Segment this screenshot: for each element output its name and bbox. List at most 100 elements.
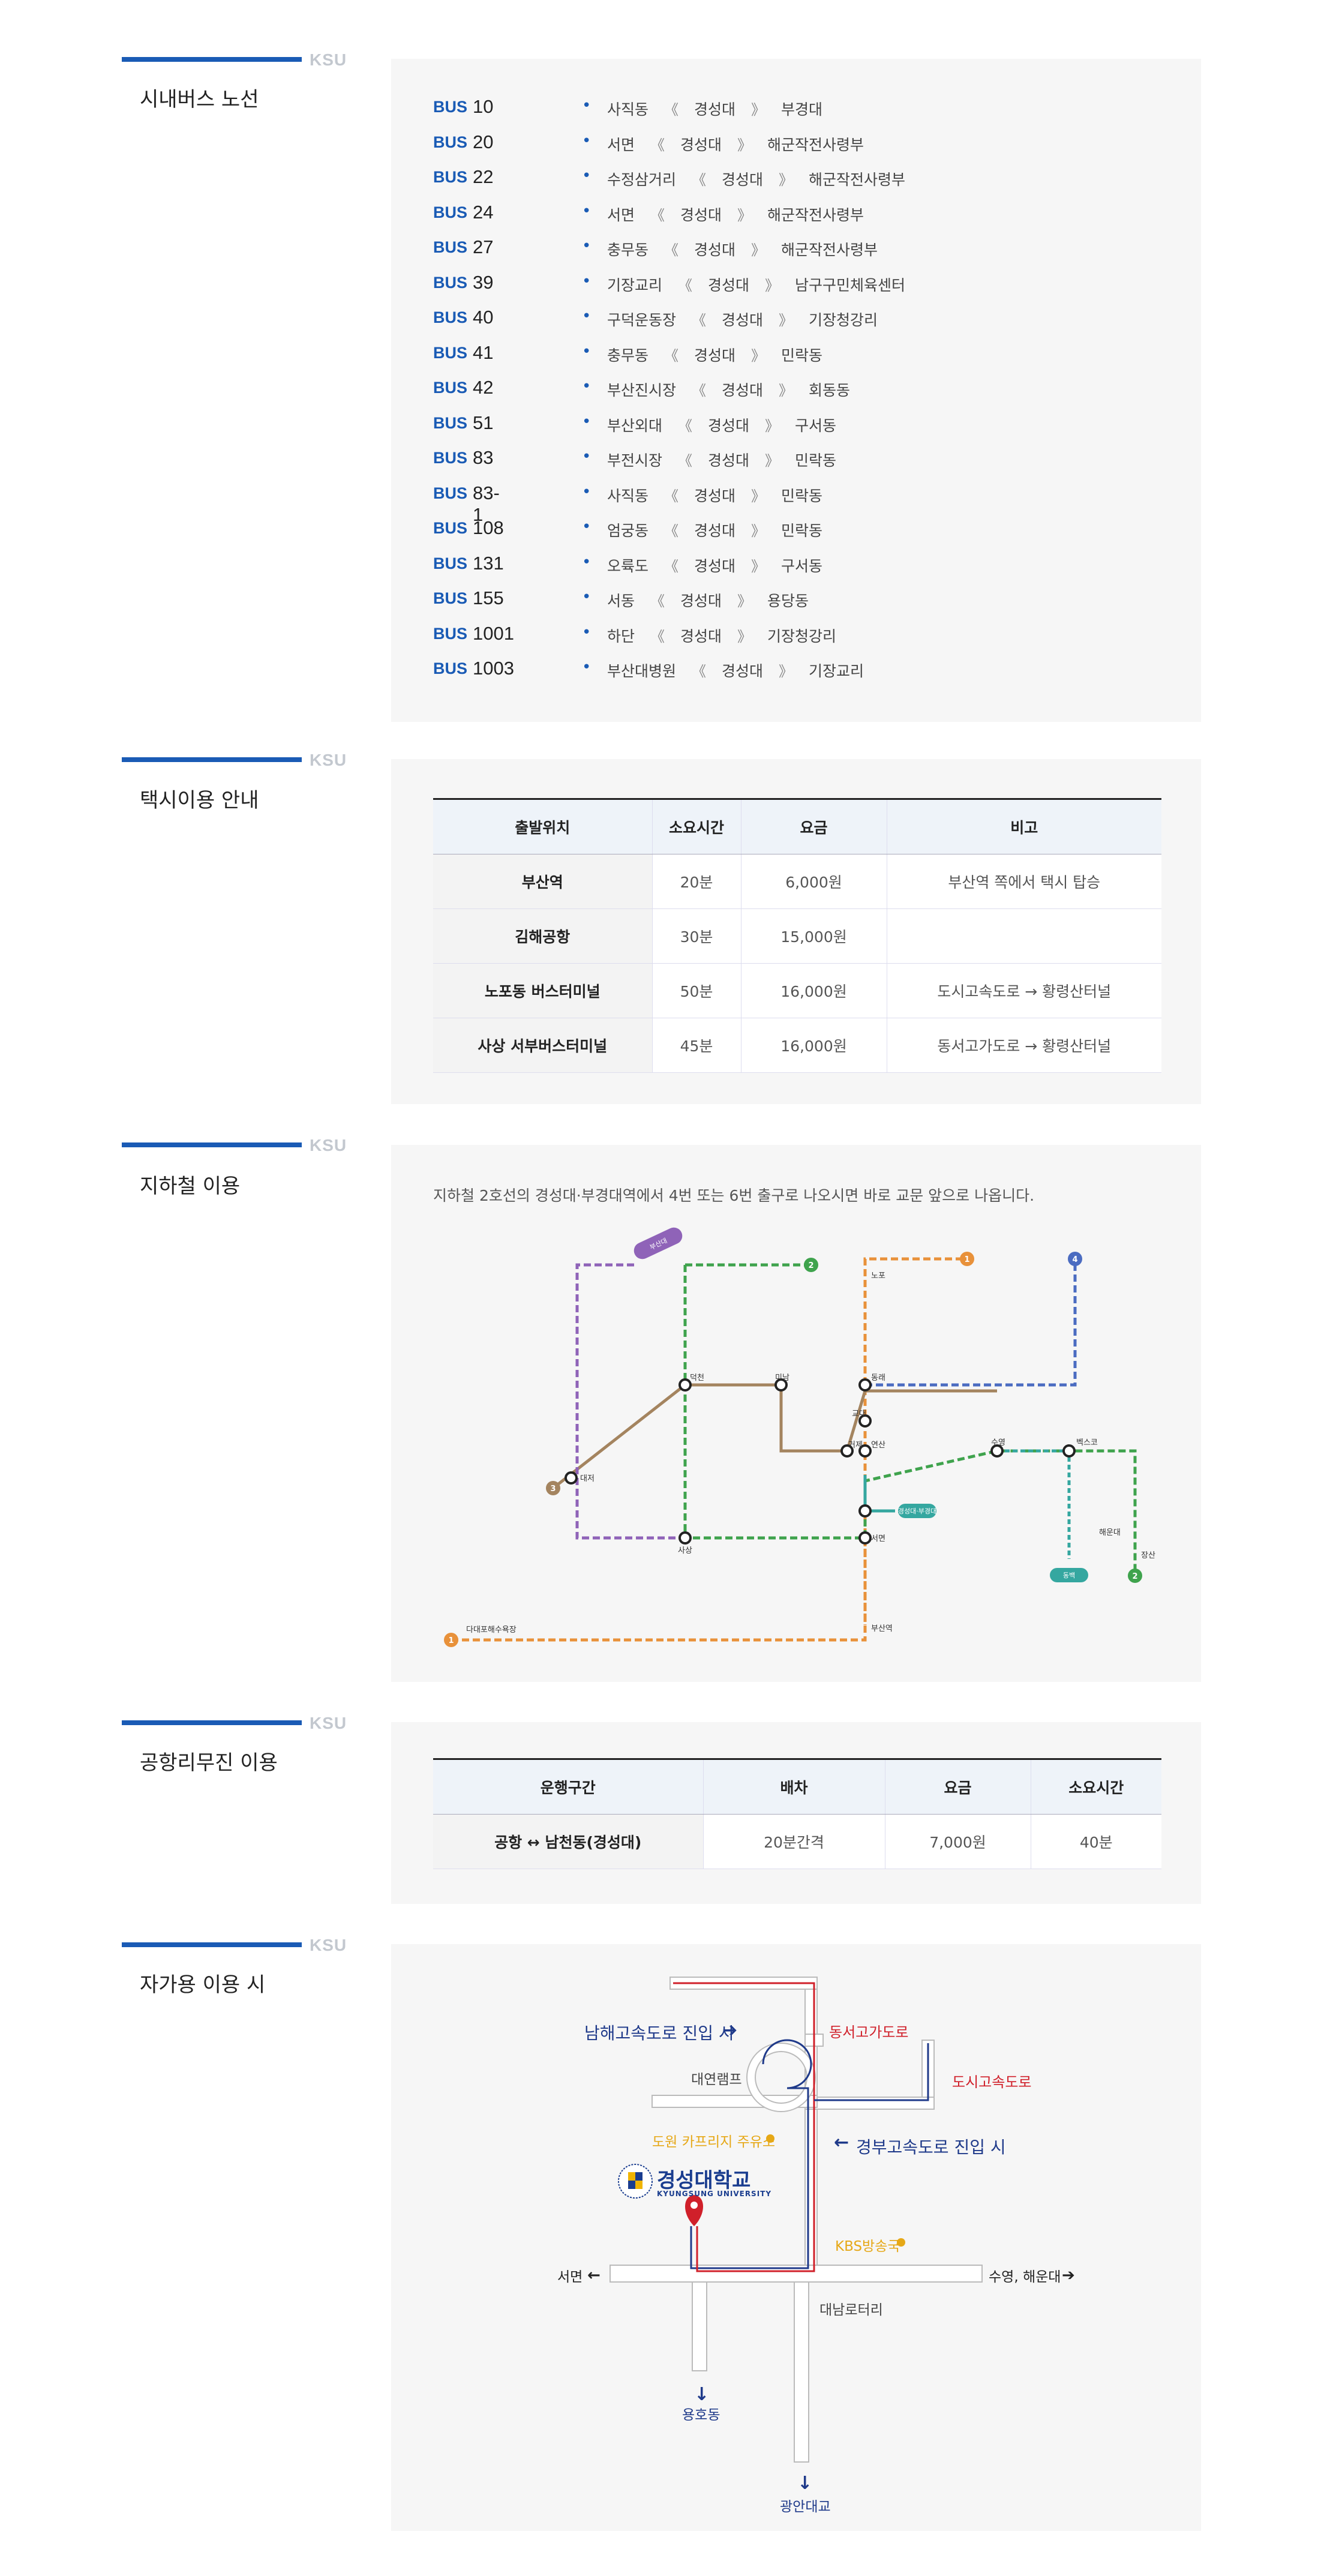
bus-route-panel: BUS 10 • 사직동 《 경성대 》 부경대 BUS 20 • 서면 《 경성대 》 해군작전사령부 BUS… <box>391 59 1201 722</box>
bus-route: 서면 《 경성대 》 해군작전사령부 <box>607 203 864 225</box>
route-via: 경성대 <box>680 206 722 224</box>
route-to: 기장교리 <box>809 662 864 680</box>
table-row: 공항 ↔ 남천동(경성대) 20분간격 7,000원 40분 <box>433 1814 1161 1869</box>
section-divider <box>122 1942 302 1947</box>
table-header-cell: 배차 <box>702 1758 885 1815</box>
double-chevron-left-icon: 《 <box>664 487 679 505</box>
section-title-taxi: 택시이용 안내 <box>140 788 259 812</box>
route-to: 해군작전사령부 <box>809 171 906 188</box>
univ-name: 경성대학교 <box>657 2169 751 2193</box>
table-row: 노포동 버스터미널 50분 16,000원 도시고속도로 → 황령산터널 <box>433 963 1161 1018</box>
route-from: 충무동 <box>607 346 649 364</box>
route-to: 용당동 <box>767 592 809 610</box>
arrow-down-icon: ↓ <box>694 2384 709 2405</box>
table-cell: 20분간격 <box>702 1814 885 1869</box>
station-dongnae <box>858 1378 872 1392</box>
bus-route: 부산대병원 《 경성대 》 기장교리 <box>607 659 864 681</box>
label-suyeong: 수영, 해운대 <box>989 2269 1061 2285</box>
label-gyeongbu: 경부고속도로 진입 시 <box>856 2137 1006 2157</box>
route-from: 부산진시장 <box>607 382 677 399</box>
bus-number: 40 <box>473 307 494 328</box>
route-from: 서동 <box>607 592 635 610</box>
route-via: 경성대 <box>722 171 764 188</box>
double-chevron-left-icon: 《 <box>692 663 707 680</box>
route-via: 경성대 <box>694 557 736 575</box>
table-cell: 45분 <box>652 1018 741 1073</box>
table-cell: 도시고속도로 → 황령산터널 <box>886 963 1161 1018</box>
table-cell: 20분 <box>652 854 741 909</box>
table-cell: 부산역 쪽에서 택시 탑승 <box>886 854 1161 909</box>
ksu-tag: KSU <box>310 50 347 69</box>
double-chevron-right-icon: 》 <box>779 312 794 329</box>
section-title-bus: 시내버스 노선 <box>140 88 259 112</box>
route-via: 경성대 <box>680 627 722 645</box>
route-via: 경성대 <box>722 311 764 329</box>
line-number-3: 3 <box>550 1485 556 1494</box>
bullet-icon: • <box>582 588 592 606</box>
double-chevron-left-icon: 《 <box>650 206 665 224</box>
table-row: 부산역 20분 6,000원 부산역 쪽에서 택시 탑승 <box>433 854 1161 909</box>
limousine-table: 운행구간 배차 요금 소요시간 공항 ↔ 남천동(경성대) 20분간격 7,000원 40분 <box>433 1758 1161 1869</box>
double-chevron-left-icon: 《 <box>650 136 665 154</box>
label-deokcheon: 덕천 <box>690 1374 704 1383</box>
table-cell: 7,000원 <box>884 1814 1031 1869</box>
route-via: 경성대 <box>722 382 764 399</box>
route-red-dosi <box>814 2043 929 2101</box>
bullet-icon: • <box>582 553 592 571</box>
route-from: 오륙도 <box>607 557 649 575</box>
location-pin-icon <box>685 2195 703 2226</box>
bullet-icon: • <box>582 307 592 325</box>
table-row: 사상 서부버스터미널 45분 16,000원 동서고가도로 → 황령산터널 <box>433 1018 1161 1073</box>
double-chevron-right-icon: 》 <box>737 593 752 610</box>
route-from: 부산외대 <box>607 416 663 434</box>
subway-line-4 <box>865 1262 1077 1387</box>
double-chevron-left-icon: 《 <box>678 417 693 434</box>
label-gwangan: 광안대교 <box>780 2499 831 2515</box>
road-map: ➔ ← ↓ ↓ ← ➔ <box>587 1977 1075 2494</box>
label-dosi: 도시고속도로 <box>952 2074 1032 2091</box>
bus-route: 충무동 《 경성대 》 해군작전사령부 <box>607 238 878 260</box>
busan-kimhae-line <box>575 1263 685 1540</box>
station-sasang <box>678 1531 692 1545</box>
double-chevron-right-icon: 》 <box>751 101 766 118</box>
label-busan-station: 부산역 <box>871 1624 893 1633</box>
bus-route: 충무동 《 경성대 》 민락동 <box>607 344 822 365</box>
car-panel: ➔ ← ↓ ↓ ← ➔ 남해고속도로 진입 시 동서고가도로 대연램프 도시고속… <box>391 1944 1201 2531</box>
double-chevron-right-icon: 》 <box>779 663 794 680</box>
double-chevron-right-icon: 》 <box>765 277 780 294</box>
route-via: 경성대 <box>708 276 750 294</box>
bus-label: BUS <box>433 168 468 186</box>
bus-number: 10 <box>473 96 494 117</box>
bullet-icon: • <box>582 131 592 150</box>
label-seomyeon: 서면 <box>557 2269 583 2285</box>
route-via: 경성대 <box>694 346 736 364</box>
road-dosi-horizontal <box>804 2097 935 2110</box>
table-header-cell: 소요시간 <box>652 798 741 854</box>
bus-route: 구덕운동장 《 경성대 》 기장청강리 <box>607 308 878 330</box>
double-chevron-right-icon: 》 <box>779 172 794 188</box>
double-chevron-right-icon: 》 <box>751 242 766 259</box>
double-chevron-left-icon: 《 <box>650 628 665 645</box>
bus-route: 부산진시장 《 경성대 》 회동동 <box>607 379 850 400</box>
double-chevron-left-icon: 《 <box>650 593 665 610</box>
bus-number: 1003 <box>473 658 514 679</box>
route-via: 경성대 <box>708 452 750 469</box>
table-cell <box>886 908 1161 964</box>
label-daeyeon-ramp: 대연램프 <box>691 2072 742 2088</box>
route-to: 기장청강리 <box>767 627 837 645</box>
section-divider <box>122 1720 302 1725</box>
road-yongho <box>692 2281 707 2371</box>
route-from: 부전시장 <box>607 452 663 469</box>
bullet-icon: • <box>582 623 592 641</box>
bus-label: BUS <box>433 238 468 256</box>
label-bexco: 벡스코 <box>1076 1438 1098 1447</box>
arrow-down-icon: ↓ <box>797 2473 812 2494</box>
route-to: 남구구민체육센터 <box>795 276 906 294</box>
label-yongho: 용호동 <box>682 2407 720 2423</box>
label-yeonsan: 연산 <box>871 1441 885 1450</box>
table-cell: 30분 <box>652 908 741 964</box>
line-number-4: 4 <box>1072 1255 1077 1264</box>
table-cell: 김해공항 <box>433 908 652 964</box>
double-chevron-left-icon: 《 <box>664 557 679 575</box>
table-header-cell: 출발위치 <box>433 798 652 854</box>
